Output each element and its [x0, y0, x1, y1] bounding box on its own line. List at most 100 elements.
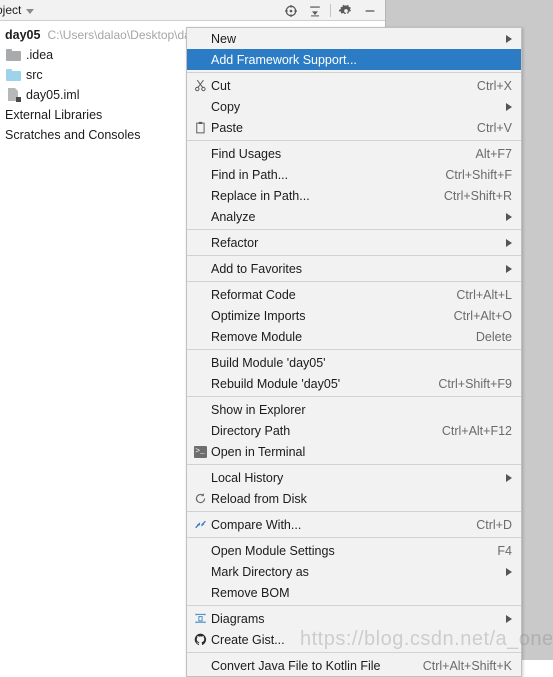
menu-icon-placeholder [189, 541, 211, 561]
screen-root: oject [0, 0, 553, 677]
menu-icon-placeholder [189, 353, 211, 373]
menu-icon-placeholder [189, 656, 211, 676]
menu-separator [187, 396, 521, 397]
menu-item-remove-module[interactable]: Remove Module Delete [187, 326, 521, 347]
refresh-icon [189, 489, 211, 509]
menu-item-label: Replace in Path... [211, 188, 310, 203]
menu-item-label: Reformat Code [211, 287, 296, 302]
menu-separator [187, 605, 521, 606]
menu-item-compare-with[interactable]: Compare With... Ctrl+D [187, 514, 521, 535]
chevron-right-icon [506, 212, 512, 221]
menu-icon-placeholder [189, 285, 211, 305]
menu-item-remove-bom[interactable]: Remove BOM [187, 582, 521, 603]
tree-item-label: .idea [26, 48, 54, 62]
menu-item-shortcut: Ctrl+Alt+Shift+K [422, 658, 512, 673]
menu-item-directory-path[interactable]: Directory Path Ctrl+Alt+F12 [187, 420, 521, 441]
menu-icon-placeholder [189, 207, 211, 227]
tree-item-label: src [26, 68, 43, 82]
menu-separator [187, 140, 521, 141]
menu-item-label: Create Gist... [211, 632, 285, 647]
menu-item-shortcut: Ctrl+D [476, 517, 512, 532]
menu-item-label: Convert Java File to Kotlin File [211, 658, 381, 673]
menu-icon-placeholder [189, 421, 211, 441]
diagram-icon [189, 609, 211, 629]
menu-item-paste[interactable]: Paste Ctrl+V [187, 117, 521, 138]
menu-item-reload-from-disk[interactable]: Reload from Disk [187, 488, 521, 509]
menu-item-add-framework-support[interactable]: Add Framework Support... [187, 49, 521, 70]
menu-item-label: Reload from Disk [211, 491, 307, 506]
menu-item-shortcut: F4 [497, 543, 512, 558]
menu-item-shortcut: Ctrl+Shift+R [443, 188, 512, 203]
menu-item-find-in-path[interactable]: Find in Path... Ctrl+Shift+F [187, 164, 521, 185]
menu-item-open-in-terminal[interactable]: >_ Open in Terminal [187, 441, 521, 462]
menu-item-local-history[interactable]: Local History [187, 467, 521, 488]
folder-icon [5, 47, 22, 63]
menu-separator [187, 511, 521, 512]
menu-item-label: Add Framework Support... [211, 52, 357, 67]
locate-icon[interactable] [279, 1, 303, 21]
context-menu: New Add Framework Support... Cut Ctrl+X Copy… [186, 27, 522, 677]
menu-separator [187, 281, 521, 282]
menu-icon-placeholder [189, 306, 211, 326]
menu-item-shortcut: Ctrl+X [476, 78, 512, 93]
menu-item-shortcut: Ctrl+Shift+F [445, 167, 512, 182]
folder-icon [5, 67, 22, 83]
menu-item-copy[interactable]: Copy [187, 96, 521, 117]
menu-item-shortcut: Ctrl+Alt+L [456, 287, 512, 302]
menu-item-refactor[interactable]: Refactor [187, 232, 521, 253]
menu-icon-placeholder [189, 233, 211, 253]
tree-item-label: Scratches and Consoles [5, 128, 141, 142]
menu-separator [187, 349, 521, 350]
menu-item-label: Add to Favorites [211, 261, 303, 276]
hide-icon[interactable] [358, 1, 382, 21]
menu-separator [187, 229, 521, 230]
menu-item-label: Show in Explorer [211, 402, 306, 417]
menu-item-label: New [211, 31, 237, 46]
menu-item-find-usages[interactable]: Find Usages Alt+F7 [187, 143, 521, 164]
menu-item-show-in-explorer[interactable]: Show in Explorer [187, 399, 521, 420]
menu-item-mark-directory-as[interactable]: Mark Directory as [187, 561, 521, 582]
menu-item-label: Refactor [211, 235, 259, 250]
menu-item-create-gist[interactable]: Create Gist... [187, 629, 521, 650]
tool-window-header: oject [0, 0, 385, 21]
menu-item-diagrams[interactable]: Diagrams [187, 608, 521, 629]
menu-separator [187, 255, 521, 256]
menu-item-replace-in-path[interactable]: Replace in Path... Ctrl+Shift+R [187, 185, 521, 206]
menu-item-reformat-code[interactable]: Reformat Code Ctrl+Alt+L [187, 284, 521, 305]
chevron-down-icon[interactable] [26, 8, 35, 14]
toolbar-divider [330, 4, 331, 17]
menu-separator [187, 652, 521, 653]
menu-item-optimize-imports[interactable]: Optimize Imports Ctrl+Alt+O [187, 305, 521, 326]
menu-item-label: Diagrams [211, 611, 265, 626]
tree-item-label: day05 [5, 28, 41, 42]
menu-item-analyze[interactable]: Analyze [187, 206, 521, 227]
menu-item-rebuild-module[interactable]: Rebuild Module 'day05' Ctrl+Shift+F9 [187, 373, 521, 394]
menu-item-shortcut: Ctrl+Shift+F9 [438, 376, 512, 391]
menu-item-add-to-favorites[interactable]: Add to Favorites [187, 258, 521, 279]
menu-item-build-module[interactable]: Build Module 'day05' [187, 352, 521, 373]
menu-item-open-module-settings[interactable]: Open Module Settings F4 [187, 540, 521, 561]
menu-item-label: Open in Terminal [211, 444, 306, 459]
tab-project-label: oject [0, 3, 22, 17]
menu-icon-placeholder [189, 97, 211, 117]
menu-item-cut[interactable]: Cut Ctrl+X [187, 75, 521, 96]
menu-item-label: Build Module 'day05' [211, 355, 326, 370]
menu-item-label: Find in Path... [211, 167, 289, 182]
collapse-all-icon[interactable] [303, 1, 327, 21]
menu-separator [187, 464, 521, 465]
chevron-right-icon [506, 34, 512, 43]
menu-item-label: Find Usages [211, 146, 282, 161]
chevron-right-icon [506, 238, 512, 247]
menu-item-convert-java-to-kotlin[interactable]: Convert Java File to Kotlin File Ctrl+Alt… [187, 655, 521, 676]
menu-item-shortcut: Ctrl+Alt+F12 [441, 423, 512, 438]
tab-project[interactable]: oject [0, 0, 35, 20]
menu-item-shortcut: Delete [475, 329, 512, 344]
chevron-right-icon [506, 264, 512, 273]
menu-icon-placeholder [189, 374, 211, 394]
menu-item-new[interactable]: New [187, 28, 521, 49]
menu-icon-placeholder [189, 583, 211, 603]
menu-item-label: Compare With... [211, 517, 302, 532]
gear-icon[interactable] [334, 1, 358, 21]
menu-icon-placeholder [189, 400, 211, 420]
tool-window-actions [279, 0, 382, 21]
